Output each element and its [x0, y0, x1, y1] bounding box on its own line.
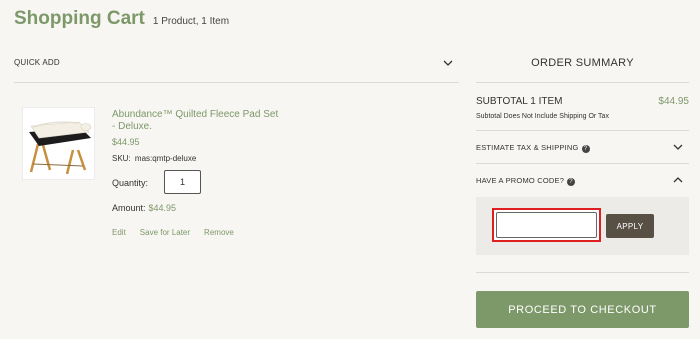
divider [476, 272, 689, 273]
amount-label: Amount: [112, 203, 146, 213]
estimate-tax-shipping-toggle[interactable]: ESTIMATE TAX & SHIPPING? [476, 131, 689, 164]
promo-text: HAVE A PROMO CODE? [476, 176, 565, 185]
promo-input-highlight [492, 208, 601, 242]
page-title: Shopping Cart [14, 8, 145, 29]
product-image[interactable] [22, 107, 95, 180]
help-icon[interactable]: ? [581, 145, 590, 153]
subtotal-label: SUBTOTAL 1 ITEM [476, 96, 563, 107]
product-name-link[interactable]: Abundance™ Quilted Fleece Pad Set - Delu… [112, 109, 282, 133]
page-header: Shopping Cart 1 Product, 1 Item [14, 8, 229, 30]
quick-add-label: QUICK ADD [14, 58, 60, 67]
estimate-label: ESTIMATE TAX & SHIPPING? [476, 143, 590, 153]
promo-code-toggle[interactable]: HAVE A PROMO CODE?? [476, 164, 689, 197]
quantity-label: Quantity: [112, 178, 149, 188]
chevron-down-icon [443, 60, 453, 66]
promo-code-input[interactable] [496, 212, 597, 238]
subtotal-amount: $44.95 [658, 96, 689, 107]
estimate-text: ESTIMATE TAX & SHIPPING [476, 143, 579, 152]
edit-link[interactable]: Edit [112, 228, 126, 237]
sku-label: SKU: [112, 154, 131, 163]
order-summary: ORDER SUMMARY SUBTOTAL 1 ITEM $44.95 Sub… [476, 50, 689, 197]
cart-count: 1 Product, 1 Item [152, 16, 230, 27]
subtotal-note: Subtotal Does Not Include Shipping Or Ta… [476, 113, 609, 120]
help-icon[interactable]: ? [567, 178, 576, 186]
amount-value: $44.95 [148, 203, 177, 213]
apply-button[interactable]: APPLY [606, 214, 654, 238]
chevron-up-icon [673, 177, 683, 183]
item-actions: Edit Save for Later Remove [112, 228, 234, 237]
quick-add-toggle[interactable]: QUICK ADD [14, 50, 459, 83]
subtotal-section: SUBTOTAL 1 ITEM $44.95 Subtotal Does Not… [476, 83, 689, 131]
proceed-to-checkout-button[interactable]: PROCEED TO CHECKOUT [476, 291, 689, 328]
product-price: $44.95 [112, 137, 140, 147]
promo-label: HAVE A PROMO CODE?? [476, 176, 576, 186]
save-for-later-link[interactable]: Save for Later [140, 228, 190, 237]
item-amount: Amount: $44.95 [112, 203, 176, 213]
remove-link[interactable]: Remove [204, 228, 234, 237]
order-summary-title: ORDER SUMMARY [476, 50, 689, 83]
quantity-input[interactable] [164, 170, 201, 194]
chevron-down-icon [673, 144, 683, 150]
product-sku: SKU: mas:qmtp-deluxe [112, 154, 196, 163]
sku-value: mas:qmtp-deluxe [134, 154, 197, 163]
massage-table-image [29, 121, 92, 175]
